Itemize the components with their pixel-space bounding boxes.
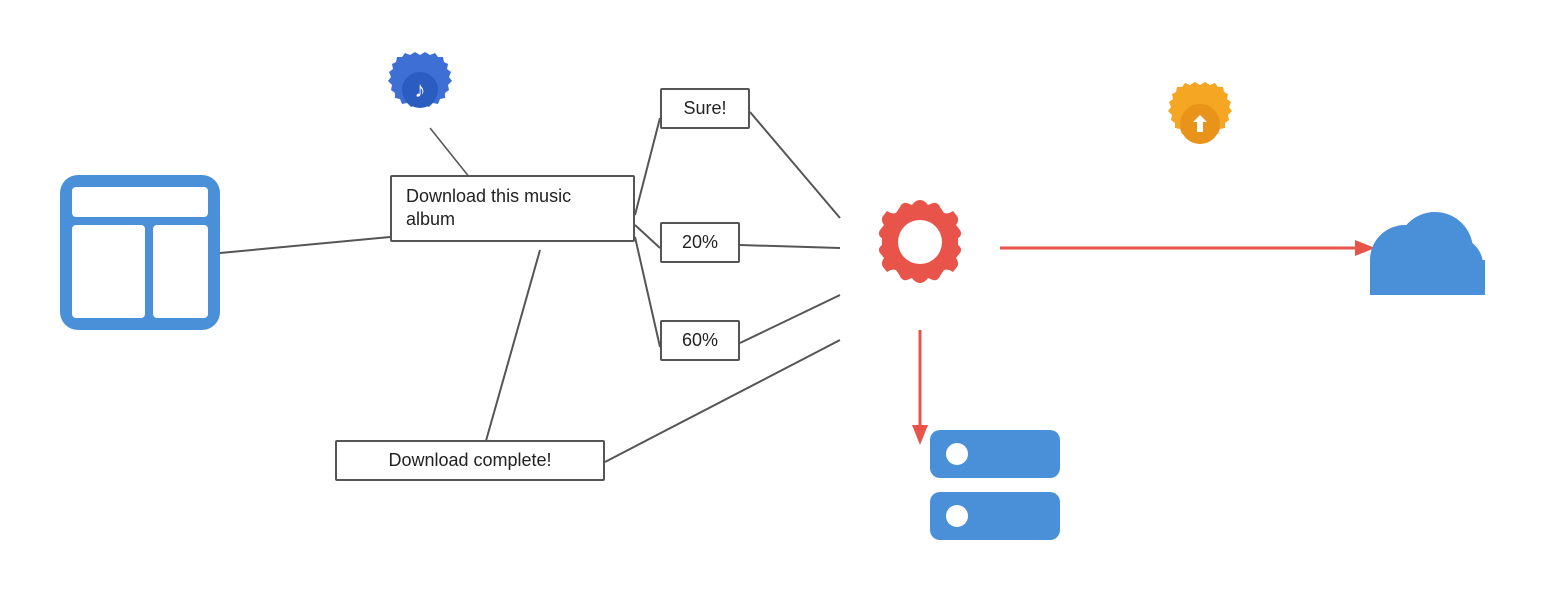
- sure-box: Sure!: [660, 88, 750, 129]
- diagram-container: ♪ Download this music album Sure! 20% 60…: [0, 0, 1550, 600]
- browser-left-panel: [72, 225, 145, 318]
- storage-dot-2: [946, 505, 968, 527]
- browser-right-panel: [153, 225, 208, 318]
- storage-item-1: [930, 430, 1060, 478]
- cloud-icon: [1360, 195, 1490, 305]
- download-complete-text: Download complete!: [388, 450, 551, 470]
- browser-bottom-area: [72, 225, 208, 318]
- percent-60-text: 60%: [682, 330, 718, 350]
- download-album-text: Download this music album: [406, 186, 571, 229]
- browser-top-bar: [72, 187, 208, 217]
- storage-item-2: [930, 492, 1060, 540]
- percent-20-text: 20%: [682, 232, 718, 252]
- download-complete-box: Download complete!: [335, 440, 605, 481]
- download-album-box: Download this music album: [390, 175, 635, 242]
- browser-app-icon: [60, 175, 220, 330]
- arrows-svg: [0, 0, 1550, 600]
- percent-20-box: 20%: [660, 222, 740, 263]
- download-badge-icon: [1155, 80, 1245, 170]
- music-badge-icon: ♪: [380, 50, 460, 130]
- sure-text: Sure!: [683, 98, 726, 118]
- percent-60-box: 60%: [660, 320, 740, 361]
- processing-gear-icon: [840, 170, 1000, 330]
- storage-dot-1: [946, 443, 968, 465]
- svg-text:♪: ♪: [415, 77, 426, 102]
